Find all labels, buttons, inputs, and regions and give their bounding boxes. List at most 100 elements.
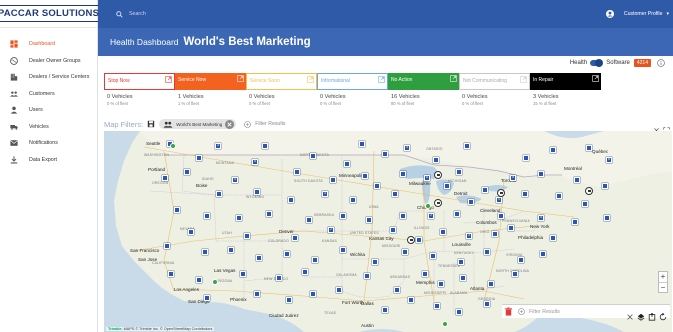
vehicle-marker[interactable]: 4 <box>404 145 410 151</box>
vehicle-marker[interactable] <box>340 247 346 253</box>
layers-icon[interactable] <box>637 308 645 321</box>
vehicle-marker[interactable] <box>312 257 318 263</box>
vehicle-marker[interactable]: 3 <box>215 143 221 149</box>
sidebar-item-dealers-service-centers[interactable]: Dealers / Service Centers <box>0 69 97 86</box>
vehicle-marker[interactable]: 2 <box>428 213 434 219</box>
vehicle-marker[interactable] <box>382 151 388 157</box>
vehicle-marker[interactable] <box>400 171 406 177</box>
vehicle-marker[interactable] <box>284 251 290 257</box>
company-filter-chip[interactable]: World's Best Marketing <box>159 119 237 129</box>
vehicle-marker[interactable] <box>456 309 462 315</box>
vehicle-marker[interactable] <box>434 303 440 309</box>
sidebar-item-dashboard[interactable]: Dashboard <box>0 36 97 53</box>
vehicle-marker[interactable] <box>174 207 180 213</box>
brand-logo[interactable]: PACCAR SOLUTIONS <box>0 0 104 28</box>
vehicle-marker[interactable] <box>366 217 372 223</box>
search-input[interactable] <box>129 11 329 17</box>
vehicle-marker[interactable] <box>266 211 272 217</box>
vehicle-marker[interactable] <box>340 213 346 219</box>
vehicle-marker[interactable] <box>402 249 408 255</box>
vehicle-marker[interactable] <box>350 197 356 203</box>
vehicle-marker[interactable] <box>204 213 210 219</box>
vehicle-marker[interactable] <box>556 193 562 199</box>
vehicle-marker[interactable]: 8 <box>424 175 430 181</box>
vehicle-marker[interactable] <box>394 287 400 293</box>
add-circle-icon[interactable] <box>518 308 525 315</box>
vehicle-marker[interactable]: 4 <box>232 177 238 183</box>
vehicle-marker[interactable] <box>292 235 298 241</box>
vehicle-marker[interactable] <box>464 143 470 149</box>
in-repair-vehicle-marker[interactable] <box>407 236 415 244</box>
vehicle-marker[interactable] <box>196 277 202 283</box>
vehicle-marker[interactable] <box>498 213 504 219</box>
in-repair-vehicle-marker[interactable] <box>434 171 442 179</box>
vehicle-marker[interactable] <box>216 191 222 197</box>
search-icon[interactable] <box>116 5 123 23</box>
status-tile-no-action[interactable]: No Action 16 Vehicles 80 % of fleet <box>388 73 459 117</box>
sidebar-item-dealer-owner-groups[interactable]: Dealer Owner Groups <box>0 53 97 70</box>
fleet-map[interactable]: WASHINGTON MONTANA NORTH DAKOTA OREGON IDAHO… <box>104 131 672 332</box>
health-software-toggle[interactable] <box>590 59 604 67</box>
healthy-vehicle-marker[interactable] <box>442 321 448 327</box>
vehicle-marker[interactable] <box>256 255 262 261</box>
vehicle-marker[interactable] <box>602 183 608 189</box>
vehicle-marker[interactable]: 6 <box>606 157 612 163</box>
vehicle-marker[interactable] <box>302 269 308 275</box>
vehicle-marker[interactable] <box>244 233 250 239</box>
filter-results-button[interactable]: Filter Results <box>244 120 286 128</box>
sidebar-item-customers[interactable]: Customers <box>0 86 97 103</box>
info-icon[interactable] <box>657 59 665 67</box>
vehicle-marker[interactable] <box>188 229 194 235</box>
close-icon[interactable] <box>653 121 660 133</box>
zoom-in-button[interactable]: + <box>659 272 667 282</box>
vehicle-marker[interactable] <box>374 183 380 189</box>
healthy-vehicle-marker[interactable] <box>212 279 218 285</box>
healthy-vehicle-marker[interactable] <box>425 203 431 209</box>
vehicle-marker[interactable] <box>184 169 190 175</box>
vehicle-marker[interactable] <box>508 225 514 231</box>
vehicle-marker[interactable] <box>512 271 518 277</box>
vehicle-marker[interactable] <box>364 273 370 279</box>
fullscreen-icon[interactable] <box>663 121 670 134</box>
open-external-icon[interactable] <box>520 75 527 83</box>
vehicle-marker[interactable]: 3 <box>322 191 328 197</box>
in-repair-vehicle-marker[interactable] <box>497 189 505 197</box>
vehicle-marker[interactable] <box>276 275 282 281</box>
vehicle-marker[interactable] <box>362 173 368 179</box>
vehicle-marker[interactable] <box>382 307 388 313</box>
vehicle-marker[interactable] <box>344 161 350 167</box>
vehicle-marker[interactable] <box>390 227 396 233</box>
vehicle-marker[interactable] <box>574 177 580 183</box>
vehicle-marker[interactable] <box>433 157 439 163</box>
sidebar-item-vehicles[interactable]: Vehicles <box>0 119 97 136</box>
vehicle-marker[interactable]: 3 <box>466 233 472 239</box>
vehicle-marker[interactable] <box>372 259 378 265</box>
open-external-icon[interactable] <box>450 74 457 82</box>
vehicle-marker[interactable] <box>196 155 202 161</box>
vehicle-marker[interactable] <box>162 175 168 181</box>
vehicle-marker[interactable] <box>288 197 294 203</box>
vehicle-marker[interactable] <box>306 217 312 223</box>
remove-chip-icon[interactable] <box>225 119 235 129</box>
vehicle-marker[interactable] <box>416 237 422 243</box>
vehicle-marker[interactable] <box>440 229 446 235</box>
open-external-icon[interactable] <box>378 75 385 83</box>
vehicle-marker[interactable] <box>550 235 556 241</box>
status-tile-informational[interactable]: Informational 0 Vehicles 0 % of fleet <box>317 73 388 117</box>
vehicle-marker[interactable] <box>460 275 466 281</box>
sidebar-item-users[interactable]: Users <box>0 102 97 119</box>
vehicle-marker[interactable] <box>572 219 578 225</box>
vehicle-marker[interactable] <box>523 155 529 161</box>
vehicle-marker[interactable] <box>262 143 268 149</box>
vehicle-marker[interactable] <box>456 169 462 175</box>
open-external-icon[interactable] <box>165 75 172 83</box>
vehicle-marker[interactable] <box>522 191 528 197</box>
vehicle-marker[interactable] <box>582 201 588 207</box>
customer-profile-menu[interactable]: Customer Profile ▾ <box>605 5 673 23</box>
vehicle-marker[interactable] <box>286 297 292 303</box>
vehicle-marker[interactable]: 4 <box>496 197 502 203</box>
vehicle-marker[interactable] <box>438 281 444 287</box>
vehicle-marker[interactable] <box>310 291 316 297</box>
vehicle-marker[interactable] <box>202 249 208 255</box>
vehicle-marker[interactable]: 5 <box>510 175 516 181</box>
